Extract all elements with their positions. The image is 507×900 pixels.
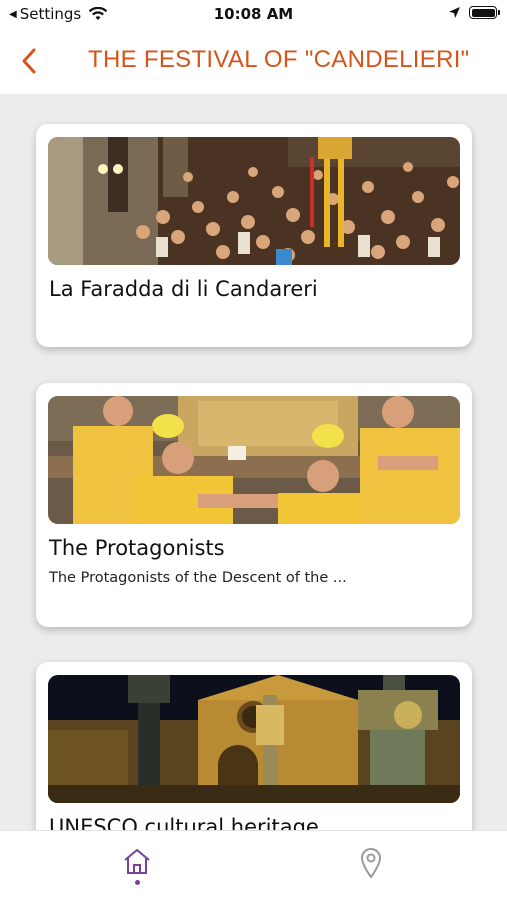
card-title: The Protagonists: [49, 536, 225, 560]
status-time: 10:08 AM: [213, 5, 294, 23]
card-protagonists[interactable]: The Protagonists The Protagonists of the…: [36, 383, 472, 627]
home-icon: [124, 849, 150, 874]
card-title: UNESCO cultural heritage: [49, 815, 319, 830]
location-arrow-icon: [449, 7, 460, 18]
status-bar: ◀ Settings 10:08 AM: [0, 0, 507, 30]
card-subtitle: The Protagonists of the Descent of the .…: [49, 570, 347, 586]
card-unesco[interactable]: UNESCO cultural heritage: [36, 662, 472, 830]
card-title: La Faradda di li Candareri: [49, 277, 318, 301]
card-faradda[interactable]: La Faradda di li Candareri: [36, 124, 472, 347]
active-tab-indicator: [134, 880, 140, 885]
card-image-protagonists: [48, 396, 460, 524]
status-indicators: [448, 6, 500, 19]
chevron-left-icon: [22, 48, 36, 74]
card-image-church: [48, 675, 460, 803]
back-button[interactable]: [14, 44, 44, 78]
tab-map[interactable]: [351, 847, 391, 891]
location-pin-icon: [360, 848, 382, 879]
page-title: THE FESTIVAL OF "CANDELIERI": [88, 46, 470, 73]
tab-home[interactable]: [117, 847, 157, 891]
battery-icon: [469, 6, 500, 19]
tab-bar: [0, 830, 507, 900]
nav-bar: THE FESTIVAL OF "CANDELIERI": [0, 30, 507, 94]
card-image-crowd: [48, 137, 460, 265]
card-list[interactable]: La Faradda di li Candareri The Protagoni…: [0, 94, 507, 830]
